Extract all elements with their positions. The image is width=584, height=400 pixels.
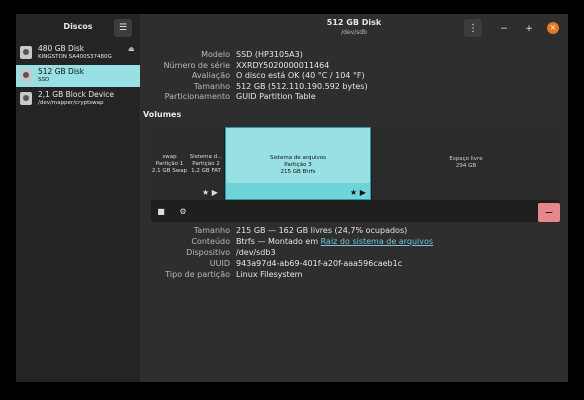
sidebar-header: Discos ☰ [16,14,140,42]
volume-segment-efi[interactable]: Sistema d... Partição 2 1,2 GB FAT ★ ▶ [188,127,224,200]
content-value: Btrfs — Montado em Raiz do sistema de ar… [236,237,433,246]
serial-label: Número de série [163,60,230,70]
disk-name: 2,1 GB Block Device [38,90,114,99]
volume-map: swap Partição 1 2,1 GB Swap Sistema d...… [151,127,560,200]
mounted-filesystem-bar [226,183,370,199]
segment-size: 1,2 GB FAT [191,168,221,174]
segment-label: Sistema de arquivos [269,155,327,161]
segment-label: Sistema d... [189,154,223,160]
partition-type-value: Linux Filesystem [236,270,303,279]
segment-size: 294 GB [455,163,477,169]
model-label: Modelo [201,50,230,59]
device-value: /dev/sdb3 [236,248,276,257]
partition-info: Tamanho 215 GB — 162 GB livres (24,7% oc… [140,226,568,286]
eject-icon[interactable]: ⏏ [128,45,135,53]
model-value: SSD (HP3105A3) [236,50,303,59]
mounted-star-icon: ★ ▶ [202,188,218,197]
disk-options-button[interactable]: ⋮ [464,19,482,37]
close-button[interactable]: × [547,22,559,34]
main-header: 512 GB Disk /dev/sdb ⋮ − + × [140,14,568,42]
segment-label: swap [162,154,177,160]
segment-size: 2,1 GB Swap [151,168,188,174]
volume-segment-filesystem[interactable]: Sistema de arquivos Partição 3 215 GB Bt… [225,127,371,200]
mount-point-link[interactable]: Raiz do sistema de arquivos [321,237,433,246]
partitioning-label: Particionamento [164,92,230,101]
volumes-panel: swap Partição 1 2,1 GB Swap Sistema d...… [151,127,560,222]
device-label: Dispositivo [186,248,230,257]
disk-name: 480 GB Disk [38,44,85,53]
gears-icon[interactable]: ⚙ [177,206,189,218]
drive-icon [20,69,32,82]
disk-item-480gb[interactable]: 480 GB Disk KINGSTON SA400S37480G ⏏ [16,42,140,64]
content-text: Btrfs — Montado em [236,237,321,246]
mounted-star-icon: ★ ▶ [350,188,366,197]
disk-subtitle: KINGSTON SA400S37480G [38,54,112,60]
maximize-button[interactable]: + [523,23,535,35]
partition-size-label: Tamanho [193,226,230,235]
content-label: Conteúdo [191,237,230,246]
segment-partition: Partição 2 [192,161,220,167]
volume-segment-free-space[interactable]: Espaço livre 294 GB [372,127,560,200]
disk-name: 512 GB Disk [38,67,85,76]
partition-size-value: 215 GB — 162 GB livres (24,7% ocupados) [236,226,408,235]
menu-button[interactable]: ☰ [114,19,132,37]
size-label: Tamanho [193,81,230,91]
drive-icon [20,92,32,105]
segment-size: 215 GB Btrfs [280,169,316,175]
disk-item-512gb[interactable]: 512 GB Disk SSD [16,65,140,87]
kebab-menu-icon: ⋮ [468,22,478,34]
drive-icon [20,46,32,59]
assessment-label: Avaliação [191,71,230,80]
segment-partition: Partição 1 [155,161,184,167]
segment-label: Espaço livre [449,156,483,162]
disk-subtitle: /dev/mapper/cryptswap [38,100,104,106]
disk-subtitle: SSD [38,77,50,83]
uuid-label: UUID [209,259,230,268]
delete-partition-button[interactable]: − [538,203,560,222]
uuid-value: 943a97d4-ab69-401f-a20f-aaa596caeb1c [236,259,403,268]
stop-icon[interactable]: ■ [155,206,167,218]
disks-window: Discos ☰ 480 GB Disk KINGSTON SA400S3748… [16,14,568,382]
segment-partition: Partição 3 [284,162,312,168]
hamburger-menu-icon: ☰ [118,23,128,33]
disk-item-block-device[interactable]: 2,1 GB Block Device /dev/mapper/cryptswa… [16,88,140,110]
volumes-heading: Volumes [143,110,182,119]
partition-type-label: Tipo de partição [165,270,230,279]
main-pane: 512 GB Disk /dev/sdb ⋮ − + × Modelo SSD … [140,14,568,382]
size-value: 512 GB (512.110.190.592 bytes) [236,81,368,91]
sidebar: Discos ☰ 480 GB Disk KINGSTON SA400S3748… [16,14,140,382]
volume-segment-swap[interactable]: swap Partição 1 2,1 GB Swap [151,127,189,200]
assessment-value: O disco está OK (40 °C / 104 °F) [236,71,365,80]
partitioning-value: GUID Partition Table [236,92,316,101]
disk-info: Modelo SSD (HP3105A3) Número de série XX… [140,50,568,110]
minimize-button[interactable]: − [498,23,510,35]
serial-value: XXRDY5020000011464 [236,60,330,70]
